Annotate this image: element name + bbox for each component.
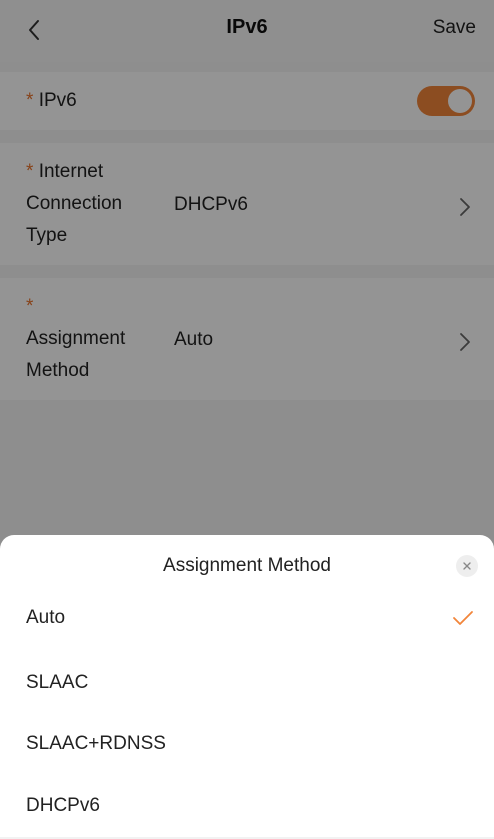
option-slaac[interactable]: SLAAC: [0, 656, 494, 716]
option-label: Auto: [26, 607, 66, 628]
option-label: SLAAC+RDNSS: [26, 733, 166, 754]
option-label: DHCPv6: [26, 795, 100, 816]
close-icon: [463, 562, 471, 570]
assignment-method-sheet: Assignment Method Auto SLAAC SLAAC+RDNSS…: [0, 535, 494, 837]
checkmark-icon: [453, 611, 473, 625]
option-dhcpv6[interactable]: DHCPv6: [0, 779, 494, 839]
close-button[interactable]: [456, 555, 478, 577]
option-label: SLAAC: [26, 672, 89, 693]
option-slaac-rdnss[interactable]: SLAAC+RDNSS: [0, 717, 494, 777]
sheet-title: Assignment Method: [163, 555, 331, 576]
option-auto[interactable]: Auto: [0, 591, 494, 651]
